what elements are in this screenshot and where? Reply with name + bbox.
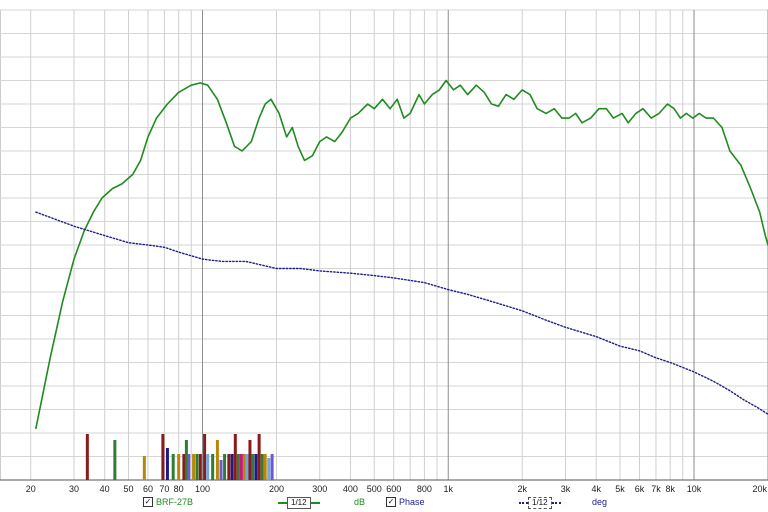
marker-bar [223,454,227,480]
grid [0,9,768,481]
phase-smoothing-control[interactable]: 1/12 [519,497,561,509]
x-tick-label: 500 [367,484,382,494]
marker-bar [242,454,246,480]
marker-bar [187,454,191,480]
phase-label: Phase [399,497,425,507]
marker-bar [198,454,202,480]
legend-line-swatch [278,502,287,504]
phase-unit: deg [592,497,608,507]
marker-bar [248,440,252,480]
marker-bar [263,454,267,480]
marker-bar [251,454,255,480]
marker-bar [177,454,181,480]
legend-item-brf-27b[interactable]: ✓ BRF-27B [143,497,193,507]
brf-27b-unit: dB [354,497,366,507]
x-tick-label: 20k [752,484,767,494]
x-tick-label: 60 [143,484,153,494]
x-tick-label: 70 [159,484,169,494]
brf-27b-label: BRF-27B [156,497,194,507]
legend: ✓ BRF-27B 1/12 dB ✓ Phase 1/12 deg [0,496,768,512]
marker-bar [195,454,199,480]
marker-bar [211,454,215,480]
x-tick-label: 800 [417,484,432,494]
phase-smoothing-box: 1/12 [528,497,552,509]
marker-bar [142,456,146,480]
legend-item-phase[interactable]: ✓ Phase [386,497,425,507]
x-tick-label: 300 [312,484,327,494]
x-tick-label: 20 [26,484,36,494]
marker-bar [267,458,271,480]
x-tick-label: 7k [651,484,661,494]
x-tick-label: 80 [174,484,184,494]
x-tick-label: 1k [443,484,453,494]
brf-27b-smoothing-box: 1/12 [287,497,311,509]
x-tick-labels: 20 30 40 50 60 70 80 100 200 300 400 500 600 800 1k 2k 3… [26,484,768,494]
marker-bar [219,460,223,480]
marker-bar [230,454,234,480]
x-tick-label: 4k [591,484,601,494]
frequency-response-chart: 20 30 40 50 60 70 80 100 200 300 400 500 600 800 1k 2k 3… [0,9,768,494]
legend-line-swatch [519,502,528,504]
marker-bar [270,454,274,480]
x-tick-label: 5k [615,484,625,494]
marker-bar [245,454,249,480]
marker-bar [227,454,231,480]
marker-bar [203,434,207,480]
marker-bar [113,440,117,480]
brf-27b-smoothing-control[interactable]: 1/12 [278,497,320,509]
marker-bar [254,454,258,480]
marker-bar [239,454,243,480]
brf-27b-checkbox[interactable]: ✓ [143,497,153,507]
x-tick-label: 200 [269,484,284,494]
legend-line-swatch [551,502,561,504]
marker-bar [85,434,89,480]
marker-bar [215,440,219,480]
marker-bar [171,454,175,480]
marker-bar [260,454,264,480]
x-tick-label: 2k [517,484,527,494]
phase-checkbox[interactable]: ✓ [386,497,396,507]
legend-line-swatch [310,502,320,504]
marker-bar [206,454,210,480]
x-tick-label: 400 [343,484,358,494]
marker-bar [165,448,169,480]
x-tick-label: 40 [100,484,110,494]
marker-bar [161,434,165,480]
x-tick-label: 100 [195,484,210,494]
x-tick-label: 6k [635,484,645,494]
x-tick-label: 600 [386,484,401,494]
x-tick-label: 10k [687,484,702,494]
marker-bar [192,454,196,480]
x-tick-label: 8k [665,484,675,494]
marker-bar [257,434,261,480]
marker-bar [233,434,237,480]
x-tick-label: 3k [561,484,571,494]
x-tick-label: 50 [123,484,133,494]
marker-bar [236,454,240,480]
x-tick-label: 30 [69,484,79,494]
